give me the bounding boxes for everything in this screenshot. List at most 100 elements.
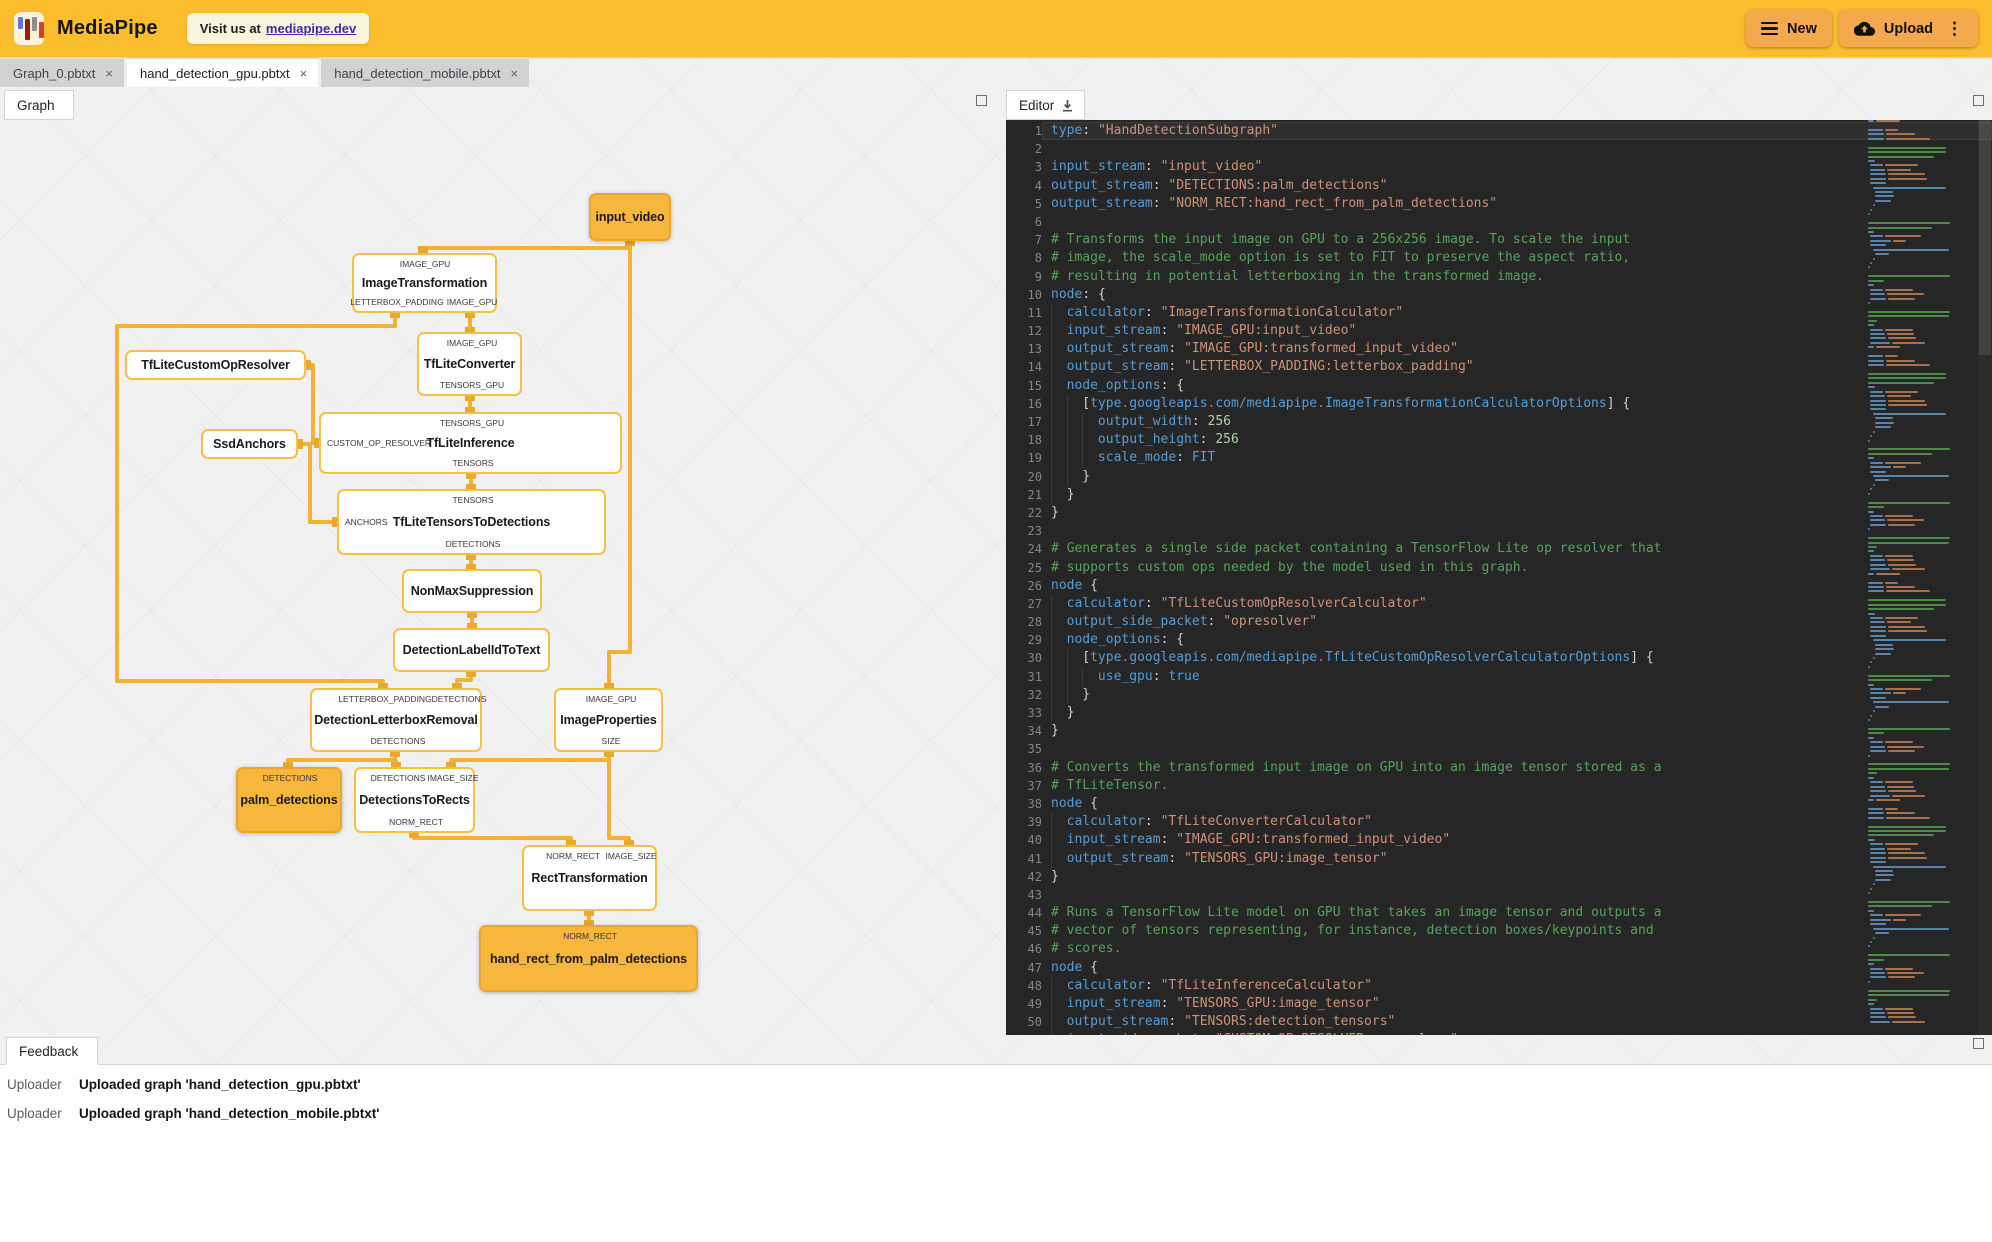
minimap[interactable]: [1868, 120, 1974, 1035]
tab-close-icon[interactable]: ×: [510, 67, 518, 80]
code-line[interactable]: 40 input_stream: "IMAGE_GPU:transformed_…: [1006, 831, 1992, 849]
tab-close-icon[interactable]: ×: [105, 67, 113, 80]
minimap-line: [1868, 124, 1974, 126]
code-line[interactable]: 15 node_options: {: [1006, 377, 1992, 395]
graph-node-palm_detections[interactable]: DETECTIONS palm_detections: [236, 767, 342, 833]
minimap-line: [1868, 519, 1974, 522]
minimap-line: [1868, 679, 1974, 682]
tab-feedback[interactable]: Feedback: [6, 1037, 98, 1065]
code-area[interactable]: 1 type: "HandDetectionSubgraph" 2 3 input_st…: [1006, 122, 1992, 1035]
tab-editor[interactable]: Editor: [1006, 90, 1086, 120]
editor-tab-label: Editor: [1019, 97, 1055, 113]
feedback-expand-icon[interactable]: [1973, 1038, 1984, 1049]
feedback-source: Uploader: [7, 1106, 62, 1121]
graph-node-TfLiteTensorsToDetections[interactable]: TENSORS DETECTIONS ANCHORS TfLiteTensorsToD…: [337, 489, 606, 555]
code-line[interactable]: 39 calculator: "TfLiteConverterCalculato…: [1006, 813, 1992, 831]
code-line[interactable]: 6: [1006, 213, 1992, 231]
graph-node-RectTransformation[interactable]: NORM_RECT IMAGE_SIZE RectTransformation: [522, 845, 657, 911]
code-line[interactable]: 48 calculator: "TfLiteInferenceCalculato…: [1006, 977, 1992, 995]
graph-node-NonMaxSuppression[interactable]: NonMaxSuppression: [402, 569, 542, 613]
code-line[interactable]: 8 # image, the scale_mode option is set t…: [1006, 249, 1992, 267]
code-line[interactable]: 23: [1006, 522, 1992, 540]
graph-node-TfLiteInference[interactable]: TENSORS_GPU TENSORS CUSTOM_OP_RESOLVER TfLi…: [319, 412, 622, 474]
code-line[interactable]: 32 }: [1006, 686, 1992, 704]
code-line[interactable]: 46 # scores.: [1006, 940, 1992, 958]
code-line[interactable]: 37 # TfLiteTensor.: [1006, 777, 1992, 795]
file-tab[interactable]: hand_detection_gpu.pbtxt ×: [126, 59, 319, 87]
code-line[interactable]: 31 use_gpu: true: [1006, 668, 1992, 686]
download-icon[interactable]: [1061, 99, 1074, 112]
code-line[interactable]: 34}: [1006, 722, 1992, 740]
code-line[interactable]: 4 output_stream: "DETECTIONS:palm_detecti…: [1006, 177, 1992, 195]
editor-expand-icon[interactable]: [1973, 95, 1984, 106]
more-options-icon[interactable]: ⋮: [1946, 20, 1963, 37]
code-line[interactable]: 29 node_options: {: [1006, 631, 1992, 649]
code-line[interactable]: 2: [1006, 140, 1992, 158]
node-title: TfLiteCustomOpResolver: [141, 358, 290, 372]
code-line[interactable]: 7 # Transforms the input image on GPU to …: [1006, 231, 1992, 249]
code-line[interactable]: 47 node {: [1006, 959, 1992, 977]
code-line[interactable]: 49 input_stream: "TENSORS_GPU:image_tens…: [1006, 995, 1992, 1013]
code-line[interactable]: 38 node {: [1006, 795, 1992, 813]
code-line[interactable]: 18 output_height: 256: [1006, 431, 1992, 449]
graph-node-TfLiteCustomOpResolver[interactable]: TfLiteCustomOpResolver: [125, 350, 306, 380]
code-line[interactable]: 20 }: [1006, 468, 1992, 486]
editor-scrollbar[interactable]: [1978, 120, 1992, 1035]
line-number: 11: [1027, 305, 1042, 320]
code-line[interactable]: 45 # vector of tensors representing, for …: [1006, 922, 1992, 940]
code-line[interactable]: 28 output_side_packet: "opresolver": [1006, 613, 1992, 631]
code-line[interactable]: 35: [1006, 740, 1992, 758]
code-line[interactable]: 9 # resulting in potential letterboxing i…: [1006, 268, 1992, 286]
code-line[interactable]: 26 node {: [1006, 577, 1992, 595]
code-line[interactable]: 12 input_stream: "IMAGE_GPU:input_video": [1006, 322, 1992, 340]
code-line[interactable]: 30 [type.googleapis.com/mediapipe.TfLite…: [1006, 649, 1992, 667]
code-line[interactable]: 13 output_stream: "IMAGE_GPU:transformed…: [1006, 340, 1992, 358]
code-line[interactable]: 44 # Runs a TensorFlow Lite model on GPU …: [1006, 904, 1992, 922]
code-line[interactable]: 36 # Converts the transformed input image…: [1006, 759, 1992, 777]
graph-node-input_video[interactable]: input_video: [589, 193, 671, 241]
mediapipe-dev-link[interactable]: mediapipe.dev: [266, 21, 356, 36]
graph-node-ImageTransformation[interactable]: IMAGE_GPU LETTERBOX_PADDING IMAGE_GPU Image…: [350, 253, 497, 313]
scrollbar-thumb[interactable]: [1979, 120, 1991, 355]
graph-node-ImageProperties[interactable]: IMAGE_GPU SIZE ImageProperties: [554, 688, 663, 752]
graph-expand-icon[interactable]: [976, 95, 987, 106]
code-line[interactable]: 19 scale_mode: FIT: [1006, 449, 1992, 467]
code-line[interactable]: 21 }: [1006, 486, 1992, 504]
upload-button[interactable]: Upload ⋮: [1838, 10, 1978, 47]
code-line[interactable]: 5 output_stream: "NORM_RECT:hand_rect_fro…: [1006, 195, 1992, 213]
graph-node-SsdAnchors[interactable]: SsdAnchors: [201, 429, 298, 459]
minimap-line: [1868, 825, 1974, 828]
code-line[interactable]: 50 output_stream: "TENSORS:detection_ten…: [1006, 1013, 1992, 1031]
code-line[interactable]: 14 output_stream: "LETTERBOX_PADDING:let…: [1006, 358, 1992, 376]
graph-node-hand_rect_from_palm_detections[interactable]: NORM_RECT hand_rect_from_palm_detections: [479, 925, 698, 992]
graph-node-DetectionsToRects[interactable]: DETECTIONS IMAGE_SIZE NORM_RECT DetectionsT…: [354, 767, 479, 833]
code-line[interactable]: 41 output_stream: "TENSORS_GPU:image_ten…: [1006, 850, 1992, 868]
code-line[interactable]: 42}: [1006, 868, 1992, 886]
code-line[interactable]: 1 type: "HandDetectionSubgraph": [1006, 122, 1992, 141]
code-line[interactable]: 43: [1006, 886, 1992, 904]
line-number: 1: [1034, 124, 1042, 138]
graph-node-TfLiteConverter[interactable]: IMAGE_GPU TENSORS_GPU TfLiteConverter: [417, 332, 522, 396]
code-line[interactable]: 11 calculator: "ImageTransformationCalcu…: [1006, 304, 1992, 322]
tab-graph[interactable]: Graph: [4, 90, 74, 120]
graph-node-DetectionLetterboxRemoval[interactable]: LETTERBOX_PADDING DETECTIONS DETECTIONS Det…: [310, 688, 486, 752]
code-line[interactable]: 3 input_stream: "input_video": [1006, 158, 1992, 176]
code-line[interactable]: 33 }: [1006, 704, 1992, 722]
new-button[interactable]: New: [1746, 10, 1832, 47]
editor-panel[interactable]: 1 type: "HandDetectionSubgraph" 2 3 input_st…: [1006, 120, 1992, 1035]
tab-close-icon[interactable]: ×: [300, 67, 308, 80]
line-number: 49: [1027, 997, 1042, 1011]
minimap-line: [1868, 297, 1974, 300]
graph-node-DetectionLabelIdToText[interactable]: DetectionLabelIdToText: [393, 628, 550, 672]
file-tab[interactable]: Graph_0.pbtxt ×: [0, 59, 124, 87]
code-line[interactable]: 22}: [1006, 504, 1992, 522]
minimap-line: [1868, 475, 1974, 477]
code-line[interactable]: 24 # Generates a single side packet conta…: [1006, 540, 1992, 558]
minimap-line: [1868, 727, 1974, 730]
code-line[interactable]: 27 calculator: "TfLiteCustomOpResolverCa…: [1006, 595, 1992, 613]
code-line[interactable]: 25 # supports custom ops needed by the mo…: [1006, 559, 1992, 577]
code-line[interactable]: 17 output_width: 256: [1006, 413, 1992, 431]
file-tab[interactable]: hand_detection_mobile.pbtxt ×: [321, 59, 530, 87]
code-line[interactable]: 16 [type.googleapis.com/mediapipe.ImageT…: [1006, 395, 1992, 413]
code-line[interactable]: 10 node: {: [1006, 286, 1992, 304]
